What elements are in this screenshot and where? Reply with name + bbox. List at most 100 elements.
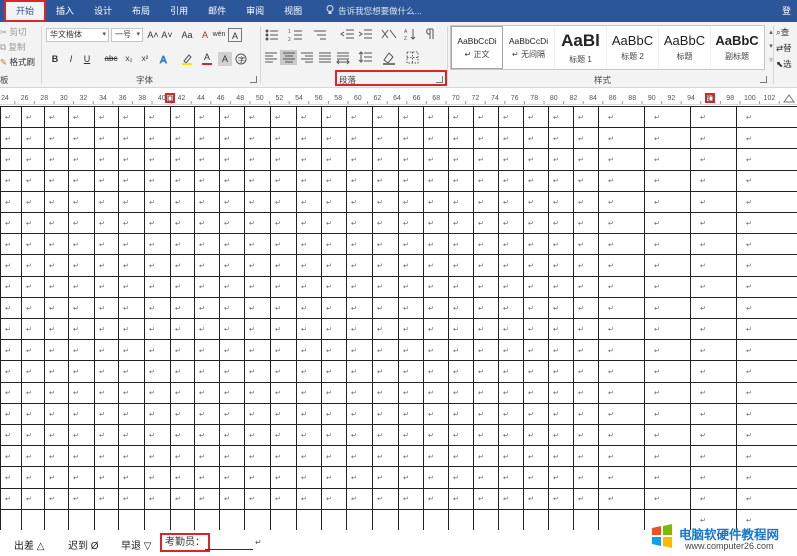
- paragraph-mark: ↵: [578, 283, 584, 291]
- paragraph-mark: ↵: [528, 368, 534, 376]
- paragraph-mark: ↵: [746, 326, 752, 334]
- paragraph-mark: ↵: [149, 347, 155, 355]
- style-subtitle[interactable]: AaBbC 副标题: [711, 26, 763, 69]
- tab-mailings[interactable]: 邮件: [198, 0, 236, 22]
- document-area[interactable]: ↵ ↵ ↵ ↵ ↵ ↵ ↵ ↵ ↵ ↵ ↵ ↵ ↵ ↵ ↵ ↵ ↵ ↵ ↵ ↵ ↵ ↵ ↵ ↵ ↵ ↵ ↵ ↵ ↵ ↵ ↵ ↵ ↵ ↵ ↵ ↵ ↵ ↵ ↵ ↵…: [0, 106, 797, 530]
- font-family-select[interactable]: 华文楷体 ▾: [46, 28, 109, 42]
- subscript-button[interactable]: x₂: [122, 52, 136, 66]
- char-border-button[interactable]: A: [228, 28, 242, 42]
- paragraph-mark: ↵: [377, 304, 383, 312]
- cut-button[interactable]: ✂ 剪切: [0, 26, 27, 38]
- paragraph-mark: ↵: [123, 135, 129, 143]
- paragraph-mark: ↵: [149, 156, 155, 164]
- bold-button[interactable]: B: [48, 52, 62, 66]
- style-normal[interactable]: AaBbCcDi ↵ 正文: [451, 26, 503, 69]
- style-heading-2[interactable]: AaBbC 标题 2: [607, 26, 659, 69]
- tab-design[interactable]: 设计: [84, 0, 122, 22]
- tab-home[interactable]: 开始: [4, 0, 47, 22]
- tab-review[interactable]: 审阅: [236, 0, 274, 22]
- change-case-button[interactable]: Aa: [180, 28, 194, 42]
- underline-button[interactable]: U: [80, 52, 94, 66]
- paragraph-tools[interactable]: 12 AZ: [264, 26, 444, 70]
- style-title[interactable]: AaBbC 标题: [659, 26, 711, 69]
- styles-dialog-launcher-icon[interactable]: [760, 76, 767, 83]
- style-heading-1[interactable]: AaBl 标题 1: [555, 26, 607, 69]
- paragraph-mark: ↵: [73, 177, 79, 185]
- paragraph-mark: ↵: [26, 220, 32, 228]
- right-margin-marker-icon[interactable]: [783, 94, 795, 103]
- tab-insert[interactable]: 插入: [46, 0, 84, 22]
- paragraph-mark: ↵: [326, 474, 332, 482]
- superscript-button[interactable]: x²: [138, 52, 152, 66]
- styles-gallery[interactable]: AaBbCcDi ↵ 正文 AaBbCcDi ↵ 无间隔 AaBl 标题 1 A…: [450, 25, 765, 70]
- paragraph-mark: ↵: [654, 410, 660, 418]
- find-button[interactable]: ⌕查: [776, 26, 789, 38]
- right-indent-marker-box[interactable]: [705, 93, 715, 103]
- phonetic-guide-button[interactable]: wén: [212, 28, 226, 42]
- tab-layout[interactable]: 布局: [122, 0, 160, 22]
- ruler-tick-label: 32: [80, 95, 88, 102]
- paragraph-mark: ↵: [49, 368, 55, 376]
- paragraph-mark: ↵: [478, 389, 484, 397]
- paragraph-mark: ↵: [478, 304, 484, 312]
- font-size-select[interactable]: 一号 ▾: [111, 28, 143, 42]
- paragraph-mark: ↵: [746, 135, 752, 143]
- tab-view[interactable]: 视图: [274, 0, 312, 22]
- font-color-button[interactable]: A: [200, 52, 214, 66]
- style-name: ↵ 正文: [464, 49, 490, 59]
- text-effects-icon[interactable]: A: [158, 52, 172, 66]
- shrink-font-button[interactable]: A˅: [160, 28, 174, 42]
- strikethrough-button[interactable]: abc: [102, 52, 120, 66]
- paragraph-mark: ↵: [377, 262, 383, 270]
- paragraph-mark: ↵: [326, 262, 332, 270]
- enclose-char-icon[interactable]: 字: [234, 52, 248, 66]
- paragraph-mark: ↵: [403, 177, 409, 185]
- paragraph-dialog-launcher-icon[interactable]: [436, 76, 443, 83]
- paragraph-mark: ↵: [528, 262, 534, 270]
- ruler-tick-label: 68: [432, 95, 440, 102]
- paragraph-mark: ↵: [700, 304, 706, 312]
- select-button[interactable]: ⬉选: [776, 58, 792, 70]
- paragraph-mark: ↵: [377, 326, 383, 334]
- attendance-table[interactable]: ↵ ↵ ↵ ↵ ↵ ↵ ↵ ↵ ↵ ↵ ↵ ↵ ↵ ↵ ↵ ↵ ↵ ↵ ↵ ↵ ↵ ↵ ↵ ↵ ↵ ↵ ↵ ↵ ↵ ↵ ↵ ↵ ↵ ↵ ↵ ↵ ↵ ↵ ↵ ↵…: [0, 106, 797, 530]
- paragraph-mark: ↵: [478, 453, 484, 461]
- ruler-tick-label: 64: [393, 95, 401, 102]
- sign-in-link[interactable]: 登: [782, 0, 791, 22]
- italic-button[interactable]: I: [64, 52, 78, 66]
- paragraph-mark: ↵: [654, 432, 660, 440]
- char-shading-button[interactable]: A: [218, 52, 232, 66]
- tell-me-box[interactable]: 告诉我您想要做什么...: [326, 5, 422, 17]
- paragraph-mark: ↵: [453, 156, 459, 164]
- paragraph-mark: ↵: [553, 262, 559, 270]
- style-no-spacing[interactable]: AaBbCcDi ↵ 无间隔: [503, 26, 555, 69]
- paragraph-mark: ↵: [275, 410, 281, 418]
- ruler-tick-label: 62: [374, 95, 382, 102]
- format-painter-button[interactable]: ✎ 格式刷: [0, 56, 35, 68]
- font-dialog-launcher-icon[interactable]: [250, 76, 257, 83]
- paragraph-mark: ↵: [351, 220, 357, 228]
- grow-font-button[interactable]: A˄: [146, 28, 160, 42]
- paragraph-mark: ↵: [746, 262, 752, 270]
- paragraph-mark: ↵: [700, 283, 706, 291]
- paragraph-mark: ↵: [199, 410, 205, 418]
- paragraph-mark: ↵: [351, 326, 357, 334]
- highlighter-icon[interactable]: [180, 52, 194, 66]
- tab-references[interactable]: 引用: [160, 0, 198, 22]
- paragraph-mark: ↵: [275, 283, 281, 291]
- left-indent-marker-box[interactable]: [165, 93, 175, 103]
- paragraph-mark: ↵: [553, 410, 559, 418]
- paragraph-mark: ↵: [5, 114, 11, 122]
- ruler-tick-label: 72: [472, 95, 480, 102]
- paragraph-mark: ↵: [403, 283, 409, 291]
- paragraph-mark: ↵: [26, 114, 32, 122]
- clear-format-button[interactable]: A: [198, 28, 212, 42]
- paragraph-mark: ↵: [654, 453, 660, 461]
- inspector-signature-line[interactable]: [205, 549, 253, 550]
- paragraph-mark: ↵: [249, 177, 255, 185]
- horizontal-ruler[interactable]: 24 26 28 30 32 34 36 38 40 42 44 46 48 50 52 54 56 58 60 62…: [0, 89, 797, 105]
- paragraph-mark: ↵: [149, 453, 155, 461]
- paragraph-mark: ↵: [351, 389, 357, 397]
- replace-button[interactable]: ⇄替: [776, 42, 792, 54]
- ruler-tick-label: 102: [764, 95, 776, 102]
- copy-button[interactable]: ⧉ 复制: [0, 41, 25, 53]
